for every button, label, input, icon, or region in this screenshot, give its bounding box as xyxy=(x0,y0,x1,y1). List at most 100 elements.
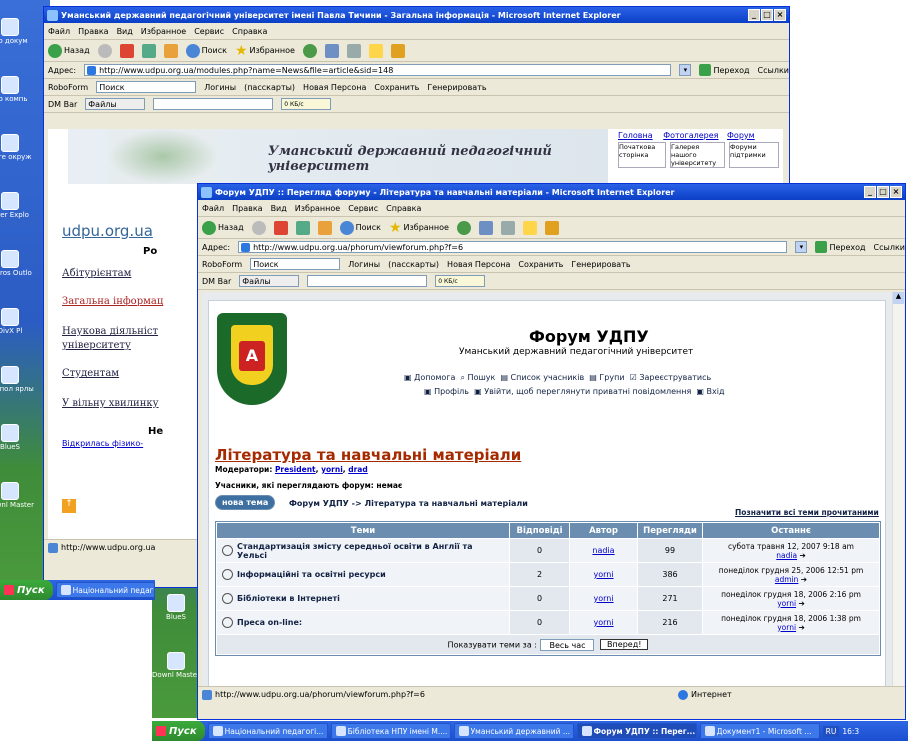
moderator-link[interactable]: yorni xyxy=(321,465,343,474)
taskbar-task-active[interactable]: Форум УДПУ :: Перег... xyxy=(576,723,697,739)
taskbar-task[interactable]: Документ1 - Microsoft ... xyxy=(699,723,820,739)
front-window-titlebar[interactable]: Форум УДПУ :: Перегляд форуму - Літерату… xyxy=(198,184,905,200)
maximize-icon[interactable]: □ xyxy=(761,9,773,21)
author-link[interactable]: yorni xyxy=(593,570,613,579)
links-label[interactable]: Ссылки xyxy=(874,243,905,252)
nav-forum[interactable]: Форум xyxy=(727,131,755,140)
groups-link[interactable]: ▤ Групи xyxy=(589,373,624,382)
favorites-button[interactable]: ★ Избранное xyxy=(389,220,449,236)
taskbar-task[interactable]: Уманський державний ... xyxy=(453,723,574,739)
messenger-icon[interactable] xyxy=(544,220,559,235)
taskbar-task[interactable]: Бібліотека НПУ імені М.... xyxy=(330,723,451,739)
dm-url-input[interactable] xyxy=(307,275,428,287)
refresh-icon[interactable] xyxy=(295,220,310,235)
desktop-shortcut[interactable]: Downl Master xyxy=(0,482,34,509)
go-button[interactable]: Переход xyxy=(815,241,866,253)
close-icon[interactable]: × xyxy=(774,9,786,21)
moderator-link[interactable]: President xyxy=(275,465,316,474)
author-link[interactable]: yorni xyxy=(593,594,613,603)
links-label[interactable]: Ссылки xyxy=(758,66,789,75)
side-link-students[interactable]: Студентам xyxy=(62,367,162,397)
desktop-shortcut[interactable]: Мо компь xyxy=(0,76,34,103)
address-input[interactable]: http://www.udpu.org.ua/phorum/viewforum.… xyxy=(238,241,788,253)
start-button[interactable]: Пуск xyxy=(0,580,53,600)
back-button[interactable]: Назад xyxy=(202,220,244,235)
go-button[interactable]: Переход xyxy=(699,64,750,76)
login-link[interactable]: ▣ Вхід xyxy=(696,387,724,396)
roboform-generate[interactable]: Генерировать xyxy=(571,260,630,269)
side-link-applicants[interactable]: Абітурієнтам xyxy=(62,267,162,295)
breadcrumb-current[interactable]: Література та навчальні матеріали xyxy=(364,499,527,508)
menu-tools[interactable]: Сервис xyxy=(348,204,378,213)
language-indicator[interactable]: RU xyxy=(822,725,840,737)
desktop-shortcut[interactable]: Inter Explo xyxy=(0,192,34,219)
desktop-shortcut[interactable]: Мо докум xyxy=(0,18,34,45)
close-icon[interactable]: × xyxy=(890,186,902,198)
desktop-shortcut[interactable]: Downl Master xyxy=(152,652,200,679)
roboform-menu[interactable]: RoboForm xyxy=(202,260,242,269)
chevron-down-icon[interactable]: ▾ xyxy=(679,64,692,76)
forward-arrow-icon[interactable] xyxy=(251,220,266,235)
last-post-user-link[interactable]: admin xyxy=(775,575,799,584)
desktop-shortcut[interactable]: BlueS xyxy=(152,594,200,621)
search-button[interactable]: Поиск xyxy=(339,220,381,235)
history-icon[interactable] xyxy=(302,43,317,58)
last-post-arrow-icon[interactable]: ➔ xyxy=(798,623,804,632)
favorites-button[interactable]: ★ Избранное xyxy=(235,43,295,59)
site-domain[interactable]: udpu.org.ua xyxy=(62,222,153,240)
dm-files-select[interactable]: Файлы xyxy=(85,98,146,110)
minimize-icon[interactable]: _ xyxy=(864,186,876,198)
history-icon[interactable] xyxy=(456,220,471,235)
go-forward-button[interactable]: Вперед! xyxy=(600,639,649,650)
last-post-arrow-icon[interactable]: ➔ xyxy=(799,551,805,560)
search-link[interactable]: ⌕ Пошук xyxy=(461,373,496,382)
desktop-shortcut[interactable]: DivX Pl xyxy=(0,308,34,335)
new-topic-button[interactable]: нова тема xyxy=(215,495,276,510)
profile-link[interactable]: ▣ Профіль xyxy=(424,387,469,396)
address-input[interactable]: http://www.udpu.org.ua/modules.php?name=… xyxy=(84,64,672,76)
side-link-general[interactable]: Загальна інформац xyxy=(62,295,163,325)
help-link[interactable]: ▣ Допомога xyxy=(404,373,455,382)
mail-icon[interactable] xyxy=(324,43,339,58)
author-link[interactable]: nadia xyxy=(592,546,614,555)
forum-name[interactable]: Література та навчальні матеріали xyxy=(215,446,521,464)
minimize-icon[interactable]: _ xyxy=(748,9,760,21)
last-post-user-link[interactable]: yorni xyxy=(777,623,796,632)
menu-help[interactable]: Справка xyxy=(386,204,421,213)
menu-edit[interactable]: Правка xyxy=(78,27,108,36)
desktop-shortcut[interactable]: Micros Outlo xyxy=(0,250,34,277)
menu-favorites[interactable]: Избранное xyxy=(141,27,186,36)
roboform-search-input[interactable]: Поиск xyxy=(96,81,197,93)
roboform-persona[interactable]: Новая Персона xyxy=(303,83,366,92)
home-icon[interactable] xyxy=(317,220,332,235)
menu-file[interactable]: Файл xyxy=(202,204,224,213)
stop-icon[interactable] xyxy=(119,43,134,58)
back-window-titlebar[interactable]: Уманський державний педагогічний універс… xyxy=(44,7,789,23)
desktop-shortcut[interactable]: BlueS xyxy=(0,424,34,451)
menu-file[interactable]: Файл xyxy=(48,27,70,36)
scroll-top-button[interactable]: ↑ xyxy=(62,499,76,513)
maximize-icon[interactable]: □ xyxy=(877,186,889,198)
roboform-logins[interactable]: Логины xyxy=(204,83,236,92)
dm-files-select[interactable]: Файлы xyxy=(239,275,300,287)
roboform-passcards[interactable]: (пасскарты) xyxy=(388,260,439,269)
last-post-arrow-icon[interactable]: ➔ xyxy=(798,599,804,608)
home-icon[interactable] xyxy=(163,43,178,58)
last-post-user-link[interactable]: nadia xyxy=(776,551,797,560)
messenger-icon[interactable] xyxy=(390,43,405,58)
menu-edit[interactable]: Правка xyxy=(232,204,262,213)
menu-tools[interactable]: Сервис xyxy=(194,27,224,36)
search-button[interactable]: Поиск xyxy=(185,43,227,58)
taskbar-task[interactable]: Національний педагогі... xyxy=(207,723,328,739)
desktop-shortcut[interactable]: Неспол ярлы xyxy=(0,366,34,393)
moderator-link[interactable]: drad xyxy=(348,465,368,474)
start-button[interactable]: Пуск xyxy=(152,721,205,741)
folder-icon[interactable] xyxy=(368,43,383,58)
desktop-shortcut[interactable]: Сете окруж xyxy=(0,134,34,161)
roboform-logins[interactable]: Логины xyxy=(348,260,380,269)
register-link[interactable]: ☑ Зареєструватись xyxy=(630,373,712,382)
mail-icon[interactable] xyxy=(478,220,493,235)
forward-arrow-icon[interactable] xyxy=(97,43,112,58)
side-link-leisure[interactable]: У вільну хвилинку xyxy=(62,397,162,411)
taskbar-task[interactable]: Національний педаго xyxy=(55,582,155,598)
